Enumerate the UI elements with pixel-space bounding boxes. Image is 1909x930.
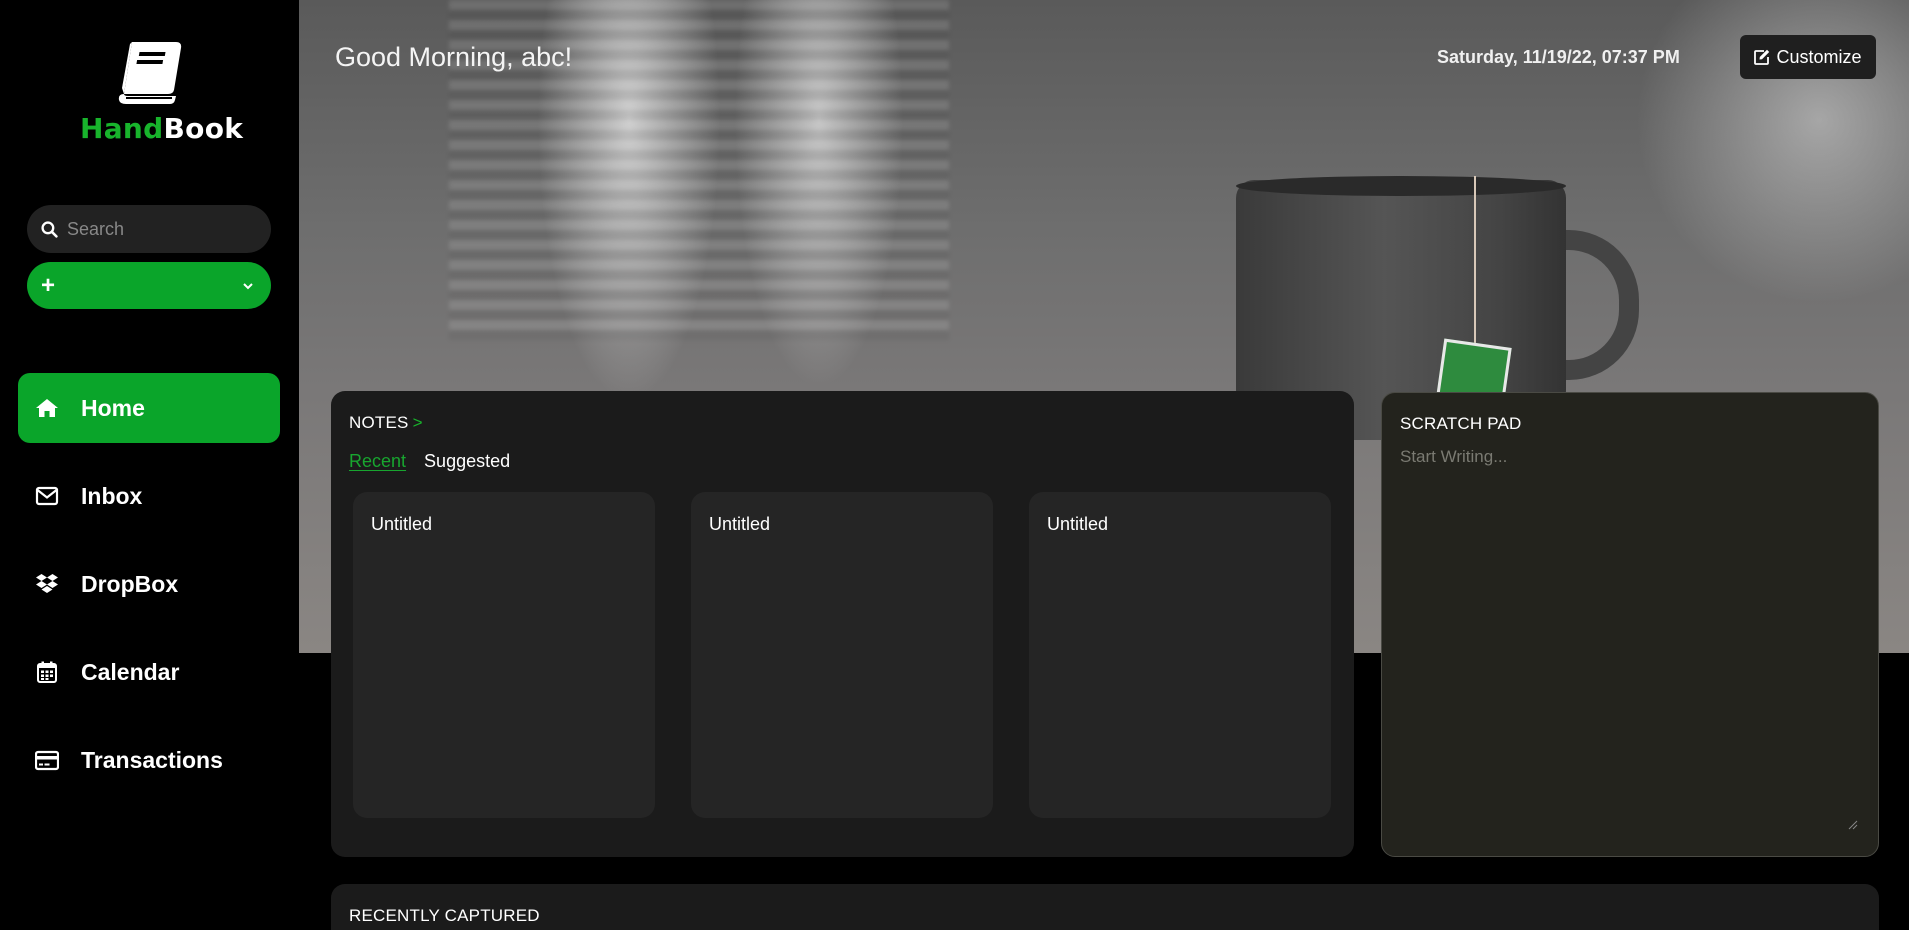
note-card[interactable]: Untitled [353,492,655,818]
home-icon [36,399,58,417]
current-datetime: Saturday, 11/19/22, 07:37 PM [1437,47,1680,67]
note-card[interactable]: Untitled [691,492,993,818]
notes-tabs: Recent Suggested [349,451,510,472]
chevron-right-icon: > [412,413,423,432]
cup-rim-decoration [1236,176,1566,196]
sidebar-item-label: DropBox [81,570,179,597]
sidebar-item-label: Home [81,394,145,421]
notes-panel: NOTES > Recent Suggested Untitled Untitle… [331,391,1354,857]
resize-grip-icon[interactable] [1848,820,1858,830]
note-card-title: Untitled [709,514,771,534]
notes-title-text: NOTES [349,413,409,432]
sidebar-item-inbox[interactable]: Inbox [18,461,280,531]
app-name: HandBook [80,112,243,145]
recently-captured-panel: RECENTLY CAPTURED [331,884,1879,930]
sidebar: HandBook + Home Inbox DropBox Calendar T… [0,0,299,930]
sidebar-item-label: Inbox [81,482,143,509]
note-card[interactable]: Untitled [1029,492,1331,818]
plus-icon: + [41,271,56,299]
app-logo[interactable]: HandBook [80,38,243,145]
logo-text-hand: Hand [80,112,164,145]
new-item-button[interactable]: + [27,262,271,309]
sidebar-item-transactions[interactable]: Transactions [18,725,280,795]
greeting-text: Good Morning, abc! [335,42,573,72]
logo-text-book: Book [163,112,244,145]
note-card-title: Untitled [1047,514,1109,534]
tea-string-decoration [1474,176,1476,346]
recently-captured-title: RECENTLY CAPTURED [349,906,540,925]
sidebar-item-calendar[interactable]: Calendar [18,637,280,707]
note-card-title: Untitled [371,514,433,534]
scratch-pad-title: SCRATCH PAD [1400,414,1522,433]
tab-recent[interactable]: Recent [349,451,406,472]
customize-button[interactable]: Customize [1740,35,1876,79]
search-input[interactable] [67,218,257,240]
sidebar-nav: Home Inbox DropBox Calendar Transactions [18,373,280,813]
edit-icon [1754,49,1770,65]
sidebar-item-dropbox[interactable]: DropBox [18,549,280,619]
customize-label: Customize [1776,46,1862,67]
credit-card-icon [35,750,59,771]
search-box[interactable] [27,205,271,253]
dropbox-icon [36,574,58,593]
sidebar-item-home[interactable]: Home [18,373,280,443]
search-icon [41,220,58,238]
scratch-pad-panel: SCRATCH PAD [1381,392,1879,857]
calendar-icon [37,661,57,683]
sidebar-item-label: Transactions [81,746,223,773]
book-icon [118,42,182,104]
tab-suggested[interactable]: Suggested [424,451,510,472]
chevron-down-icon[interactable] [242,280,254,292]
envelope-icon [35,486,59,506]
sidebar-item-label: Calendar [81,658,180,685]
scratch-pad-input[interactable] [1400,447,1860,821]
notes-title[interactable]: NOTES > [349,413,423,433]
